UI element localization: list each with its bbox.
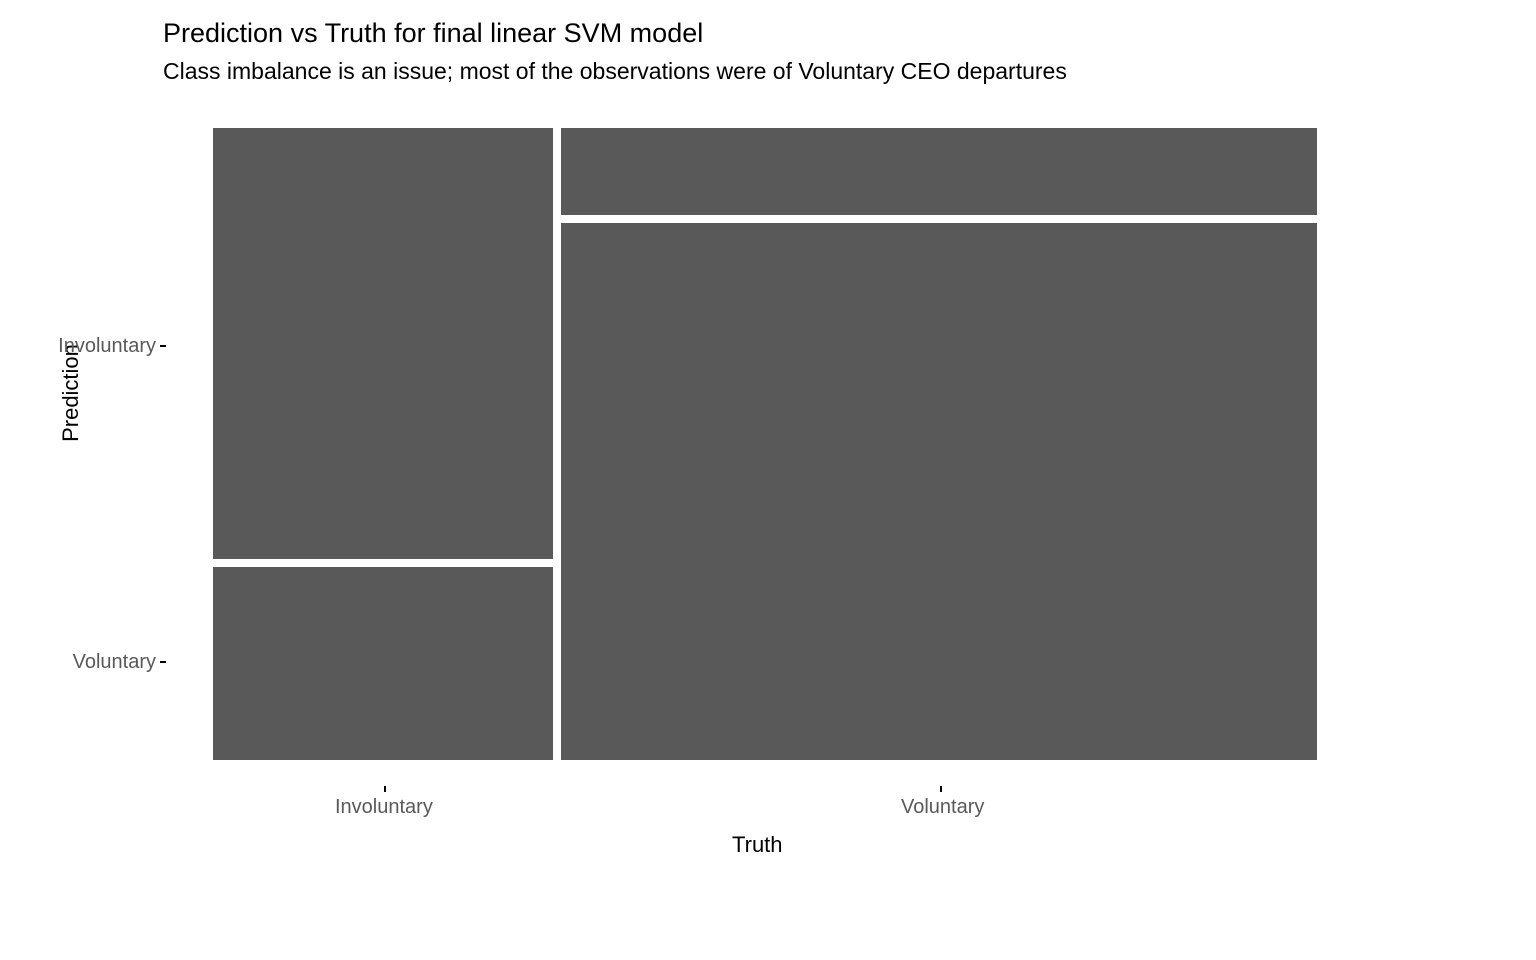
x-tick-mark bbox=[384, 786, 386, 792]
x-tick-label-involuntary: Involuntary bbox=[335, 796, 433, 819]
y-tick-mark bbox=[160, 661, 166, 663]
y-axis-label: Prediction bbox=[58, 344, 84, 442]
mosaic-tile-voluntary-voluntary bbox=[561, 223, 1317, 760]
mosaic-plot-area bbox=[213, 128, 1317, 760]
mosaic-tile-involuntary-voluntary bbox=[213, 567, 553, 760]
mosaic-tile-voluntary-involuntary bbox=[561, 128, 1317, 215]
y-tick-mark bbox=[160, 345, 166, 347]
x-tick-label-voluntary: Voluntary bbox=[901, 796, 984, 819]
y-tick-label-involuntary: Involuntary bbox=[58, 335, 156, 358]
x-axis-label: Truth bbox=[732, 832, 783, 858]
y-tick-label-voluntary: Voluntary bbox=[73, 651, 156, 674]
x-tick-mark bbox=[940, 786, 942, 792]
mosaic-tile-involuntary-involuntary bbox=[213, 128, 553, 559]
chart-title: Prediction vs Truth for final linear SVM… bbox=[163, 18, 703, 49]
chart-subtitle: Class imbalance is an issue; most of the… bbox=[163, 58, 1067, 85]
